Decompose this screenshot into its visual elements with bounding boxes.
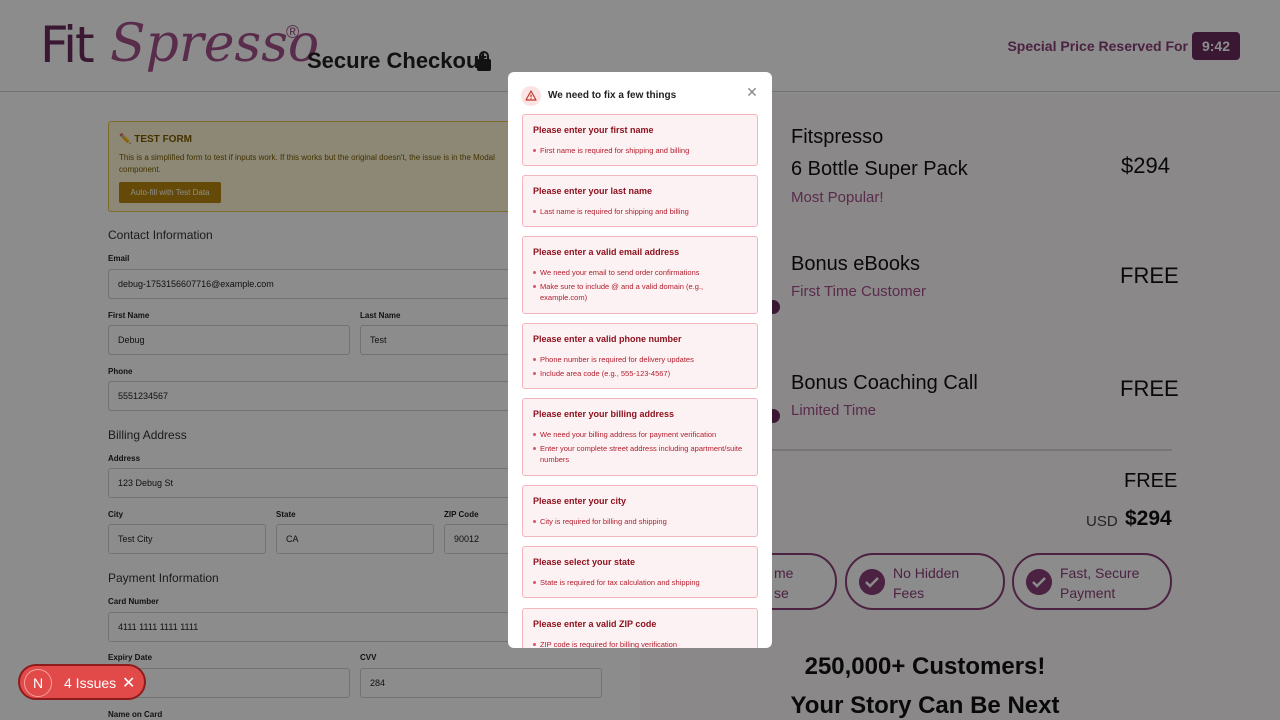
error-title: Please enter a valid ZIP code bbox=[533, 619, 657, 629]
error-item: State is required for tax calculation an… bbox=[540, 578, 700, 587]
error-title: Please enter a valid email address bbox=[533, 247, 680, 257]
bullet-icon bbox=[533, 285, 536, 288]
bullet-icon bbox=[533, 149, 536, 152]
bullet-icon bbox=[533, 433, 536, 436]
bullet-icon bbox=[533, 447, 536, 450]
modal-title: We need to fix a few things bbox=[548, 90, 677, 101]
issues-badge[interactable]: N 4 Issues ✕ bbox=[18, 664, 146, 700]
error-card: Please enter a valid ZIP code ZIP code i… bbox=[522, 608, 758, 648]
bullet-icon bbox=[533, 358, 536, 361]
issues-avatar: N bbox=[24, 669, 52, 697]
close-icon[interactable]: ✕ bbox=[122, 673, 135, 693]
issues-count-label: 4 Issues bbox=[64, 675, 117, 691]
error-card: Please enter your billing address We nee… bbox=[522, 398, 758, 476]
error-title: Please enter your billing address bbox=[533, 409, 675, 419]
close-icon[interactable]: ✕ bbox=[745, 85, 759, 99]
error-card: Please enter a valid phone number Phone … bbox=[522, 323, 758, 389]
bullet-icon bbox=[533, 271, 536, 274]
error-card: Please enter your first name First name … bbox=[522, 114, 758, 166]
bullet-icon bbox=[533, 210, 536, 213]
error-card: Please enter your city City is required … bbox=[522, 485, 758, 537]
error-title: Please enter your first name bbox=[533, 125, 654, 135]
error-title: Please enter a valid phone number bbox=[533, 334, 682, 344]
error-item: First name is required for shipping and … bbox=[540, 146, 690, 155]
bullet-icon bbox=[533, 372, 536, 375]
error-card: Please select your state State is requir… bbox=[522, 546, 758, 598]
error-item: We need your email to send order confirm… bbox=[540, 268, 700, 277]
error-card: Please enter a valid email address We ne… bbox=[522, 236, 758, 314]
error-item: Phone number is required for delivery up… bbox=[540, 355, 694, 364]
error-item: Make sure to include @ and a valid domai… bbox=[540, 282, 704, 302]
error-item: Enter your complete street address inclu… bbox=[540, 444, 743, 464]
error-item: Include area code (e.g., 555-123-4567) bbox=[540, 369, 671, 378]
warning-icon bbox=[521, 86, 541, 106]
error-item: City is required for billing and shippin… bbox=[540, 517, 667, 526]
error-title: Please enter your last name bbox=[533, 186, 653, 196]
bullet-icon bbox=[533, 643, 536, 646]
error-item: We need your billing address for payment… bbox=[540, 430, 717, 439]
validation-modal: We need to fix a few things ✕ Please ent… bbox=[508, 72, 772, 648]
error-title: Please enter your city bbox=[533, 496, 627, 506]
bullet-icon bbox=[533, 520, 536, 523]
error-item: ZIP code is required for billing verific… bbox=[540, 640, 678, 648]
bullet-icon bbox=[533, 581, 536, 584]
error-card: Please enter your last name Last name is… bbox=[522, 175, 758, 227]
error-title: Please select your state bbox=[533, 557, 636, 567]
error-item: Last name is required for shipping and b… bbox=[540, 207, 689, 216]
